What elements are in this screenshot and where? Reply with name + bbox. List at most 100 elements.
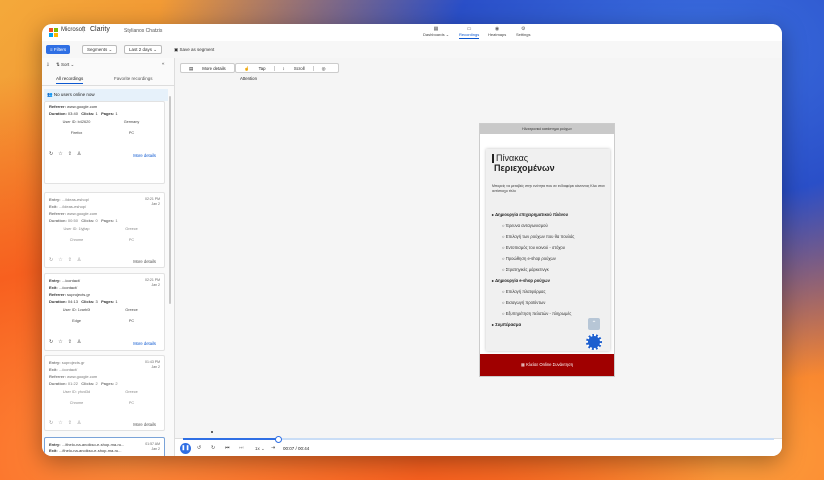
- recording-card-selected[interactable]: 01:57 AM Jan 2 Entry: .../thelo-na-anoiks…: [44, 437, 165, 456]
- device: PC: [128, 238, 135, 242]
- toc-title-line1: Πίνακας: [492, 154, 528, 163]
- speed-selector[interactable]: 1x ⌄: [255, 446, 265, 452]
- filters-button[interactable]: ≡ Filters: [46, 45, 71, 54]
- toc-item[interactable]: ○ Έρευνα ανταγωνισμού: [502, 223, 548, 228]
- project-selector[interactable]: Stylianos Chatzis: [124, 28, 162, 34]
- toc-item[interactable]: ○ Στρατηγικές μάρκετινγκ: [502, 267, 549, 272]
- share-icon[interactable]: ↻: [49, 257, 53, 263]
- top-bar: Microsoft | Clarity Stylianos Chatzis ▦ …: [42, 24, 782, 42]
- toc-item[interactable]: ○ Επιλογή πλατφόρμας: [502, 289, 545, 294]
- recording-card[interactable]: 02:21 PM Jan 2 Entry: .../contact/ Exit: …: [44, 273, 165, 351]
- user-icon[interactable]: ♙: [77, 151, 81, 157]
- filter-bar: ≡ Filters Segments ⌄ Last 2 days ⌄ ▣ Sav…: [42, 41, 782, 59]
- nav-dashboards[interactable]: ▦ Dashboards ⌄: [423, 26, 449, 37]
- more-details-link[interactable]: More details: [133, 341, 156, 346]
- session-replay-viewport[interactable]: Ηλεκτρονικό κατάστημα ρούχων Πίνακας Περ…: [479, 123, 615, 377]
- star-icon[interactable]: ☆: [58, 257, 62, 263]
- tap-button[interactable]: ☝ Tap: [236, 66, 274, 71]
- export-icon[interactable]: ⇪: [68, 151, 72, 157]
- save-icon: ▣: [174, 47, 179, 52]
- sidebar-toolbar: ⇩ ⇅ Sort ⌄ «: [42, 58, 174, 71]
- tab-all-recordings[interactable]: All recordings: [56, 76, 84, 84]
- card-actions: ↻ ☆ ⇪ ♙: [49, 420, 86, 426]
- country: Greece: [125, 308, 138, 312]
- user-icon[interactable]: ♙: [77, 339, 81, 345]
- more-details-link[interactable]: More details: [133, 259, 156, 264]
- toc-item[interactable]: ○ Εισαγωγή προϊόντων: [502, 300, 545, 305]
- nav-settings[interactable]: ⚙ Settings: [516, 26, 530, 37]
- previous-icon[interactable]: ⏮: [225, 445, 230, 451]
- sidebar-scrollbar[interactable]: [169, 96, 171, 304]
- app-window: Microsoft | Clarity Stylianos Chatzis ▦ …: [42, 24, 782, 456]
- user-id: User ID: b42620: [62, 120, 91, 124]
- tap-icon: ☝: [244, 66, 250, 71]
- export-icon[interactable]: ⇪: [68, 420, 72, 426]
- skip-inactivity-icon[interactable]: ⇥: [271, 445, 275, 451]
- card-actions: ↻ ☆ ⇪ ♙: [49, 339, 86, 345]
- toc-item[interactable]: ▸ Δημιουργία επιχειρηματικού πλάνου: [492, 212, 568, 217]
- device: PC: [128, 131, 135, 135]
- more-details-button[interactable]: ▤ More details: [180, 63, 235, 73]
- recording-card[interactable]: Referrer: www.google.com Duration: 03:40…: [44, 101, 165, 184]
- calendar-icon: ▦: [520, 362, 525, 367]
- microsoft-logo-icon: [49, 28, 58, 37]
- nav-recordings[interactable]: ▭ Recordings: [459, 26, 480, 39]
- collapse-icon[interactable]: «: [162, 61, 165, 66]
- export-icon[interactable]: ⇪: [68, 257, 72, 263]
- more-details-link[interactable]: More details: [133, 153, 156, 158]
- timeline-handle[interactable]: [275, 436, 282, 443]
- country: Germany: [123, 120, 140, 124]
- toc-item[interactable]: ○ Επιλογή των ρούχων που θα πουλάς: [502, 234, 574, 239]
- date-range-button[interactable]: Last 2 days ⌄: [124, 45, 163, 54]
- country: Greece: [125, 390, 138, 394]
- toc-item[interactable]: ○ Εντοπισμός του κοινού - στόχου: [502, 245, 565, 250]
- browser: Chrome: [69, 401, 84, 405]
- live-status: 👥 No users online now: [44, 89, 168, 101]
- scroll-button[interactable]: ↕ Scroll: [273, 66, 313, 71]
- user-id: User ID: 1varb0l: [62, 308, 91, 312]
- users-icon: 👥: [47, 92, 53, 97]
- filter-icon: ≡: [50, 47, 53, 52]
- chat-widget-icon[interactable]: [586, 334, 602, 350]
- scroll-top-icon[interactable]: ⌃: [588, 318, 600, 330]
- recording-card[interactable]: 01:43 PM Jan 2 Entry: suprojects.gr Exit:…: [44, 355, 165, 431]
- toc-item[interactable]: ○ Εξυπηρέτηση πελατών - πληρωμές: [502, 311, 571, 316]
- share-icon[interactable]: ↻: [49, 420, 53, 426]
- save-segment-button[interactable]: ▣ Save as segment: [170, 45, 218, 54]
- scroll-icon: ↕: [282, 66, 285, 71]
- toc-item[interactable]: ▸ Δημιουργία e-shop ρούχων: [492, 278, 550, 283]
- recording-card[interactable]: 02:21 PM Jan 2 Entry: .../ideas-eshop/ Ex…: [44, 192, 165, 268]
- pause-button[interactable]: ❚❚: [180, 443, 191, 454]
- event-marker[interactable]: [211, 431, 213, 433]
- playback-time: 00:07 / 00:44: [283, 446, 310, 451]
- card-actions: ↻ ☆ ⇪ ♙: [49, 257, 86, 263]
- share-icon[interactable]: ↻: [49, 339, 53, 345]
- tab-favorite-recordings[interactable]: Favorite recordings: [114, 76, 153, 81]
- more-details-link[interactable]: More details: [133, 422, 156, 427]
- star-icon[interactable]: ☆: [58, 339, 62, 345]
- user-icon[interactable]: ♙: [77, 257, 81, 263]
- forward-icon[interactable]: ↻: [211, 445, 215, 451]
- next-icon[interactable]: ⏭: [239, 445, 244, 451]
- toc-item[interactable]: ○ Προώθηση e-shop ρούχων: [502, 256, 556, 261]
- toc-description: Μπορείς να μεταβείς στην ενότητα που σε …: [492, 184, 606, 193]
- toc-item[interactable]: ▸ Συμπέρασμα: [492, 322, 521, 327]
- star-icon[interactable]: ☆: [58, 151, 62, 157]
- player-controls: ❚❚ ↺ ↻ ⏮ ⏭ 1x ⌄ ⇥ 00:07 / 00:44: [175, 431, 782, 456]
- browser: Chrome: [69, 238, 84, 242]
- sort-button[interactable]: ⇅ Sort ⌄: [56, 62, 74, 68]
- filter-list-icon[interactable]: ⇩: [46, 62, 50, 68]
- country: Greece: [125, 227, 138, 231]
- user-icon[interactable]: ♙: [77, 420, 81, 426]
- star-icon[interactable]: ☆: [58, 420, 62, 426]
- card-actions: ↻ ☆ ⇪ ♙: [49, 151, 86, 157]
- segments-button[interactable]: Segments ⌄: [82, 45, 118, 54]
- nav-heatmaps[interactable]: ◉ Heatmaps: [488, 26, 506, 37]
- product-name[interactable]: Clarity: [90, 26, 110, 33]
- export-icon[interactable]: ⇪: [68, 339, 72, 345]
- book-meeting-button[interactable]: ▦ Κλείσε Online Συνάντηση: [480, 354, 614, 376]
- share-icon[interactable]: ↻: [49, 151, 53, 157]
- attention-icon: ◎: [321, 66, 326, 71]
- toc-title-line2: Περιεχομένων: [494, 163, 555, 173]
- rewind-icon[interactable]: ↺: [197, 445, 201, 451]
